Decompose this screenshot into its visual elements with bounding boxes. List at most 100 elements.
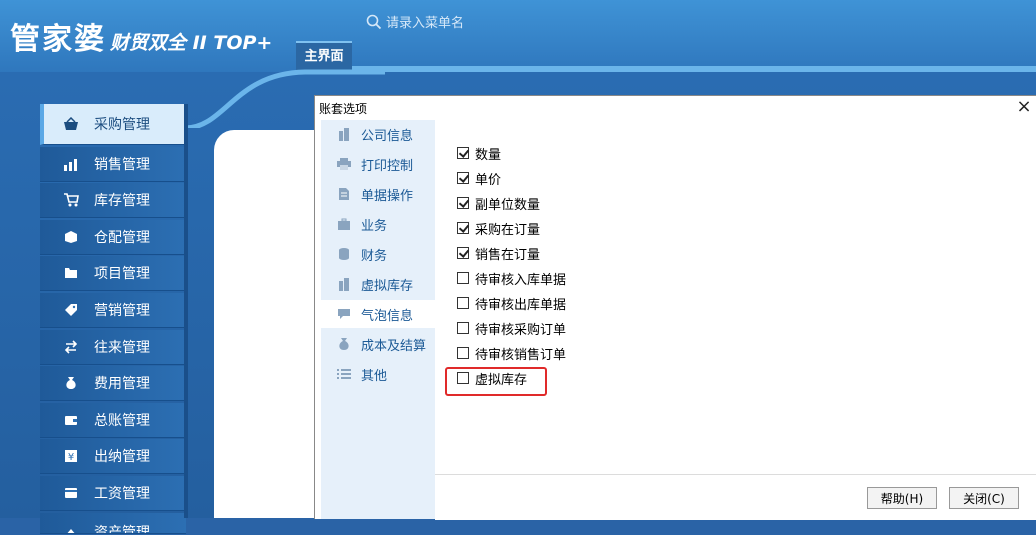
sidebar-item-label: 采购管理 — [94, 117, 150, 133]
cash-icon: ¥ — [62, 447, 80, 465]
option-cost-settlement[interactable]: 成本及结算 — [321, 330, 435, 358]
checkbox-box[interactable] — [457, 222, 469, 234]
help-button[interactable]: 帮助(H) — [867, 487, 937, 509]
red-highlight-box — [445, 367, 547, 396]
option-label: 气泡信息 — [361, 308, 414, 324]
options-content: 数量 单价 副单位数量 采购在订量 销售在订量 待审核入库单据 待审核出库单据 … — [435, 120, 1036, 470]
checkbox-sub-unit-quantity[interactable]: 副单位数量 — [457, 193, 540, 213]
checkbox-label: 销售在订量 — [475, 247, 541, 263]
search-placeholder: 请录入菜单名 — [386, 16, 465, 31]
card-icon — [62, 484, 80, 502]
option-bubble-info[interactable]: 气泡信息 — [321, 300, 435, 328]
checkbox-box[interactable] — [457, 147, 469, 159]
checkbox-pending-outbound[interactable]: 待审核出库单据 — [457, 293, 566, 313]
money-bag-icon — [337, 337, 351, 351]
box-icon — [62, 228, 80, 246]
checkbox-label: 待审核采购订单 — [475, 322, 567, 338]
menu-search[interactable]: 请录入菜单名 — [366, 12, 464, 31]
sidebar-item-label: 仓配管理 — [94, 229, 150, 246]
building-icon — [337, 277, 351, 291]
sidebar-item-inventory[interactable]: 库存管理 — [40, 183, 186, 219]
checkbox-pending-inbound[interactable]: 待审核入库单据 — [457, 268, 566, 288]
checkbox-box[interactable] — [457, 272, 469, 284]
sidebar-item-warehouse[interactable]: 仓配管理 — [40, 219, 186, 255]
logo-sub-text: 财贸双全 II TOP+ — [110, 32, 273, 54]
sidebar-item-purchase[interactable]: 采购管理 — [40, 104, 186, 145]
checkbox-box[interactable] — [457, 347, 469, 359]
sidebar-item-ledger[interactable]: 总账管理 — [40, 402, 186, 438]
sidebar-item-payroll[interactable]: 工资管理 — [40, 475, 186, 511]
dialog-close-icon[interactable]: × — [1015, 98, 1033, 116]
checkbox-box[interactable] — [457, 172, 469, 184]
checkbox-label: 单价 — [475, 172, 502, 188]
option-label: 其他 — [361, 368, 388, 384]
nav-strip — [352, 66, 1036, 72]
option-label: 单据操作 — [361, 188, 414, 204]
account-options-dialog: 账套选项 × 公司信息 打印控制 单据操作 业务 财务 虚拟库存 气泡信息 成本… — [314, 95, 1036, 520]
sidebar-item-label: 出纳管理 — [94, 449, 150, 466]
cart-icon — [62, 191, 80, 209]
checkbox-purchase-on-order[interactable]: 采购在订量 — [457, 218, 540, 238]
chart-icon — [62, 155, 80, 173]
sidebar-item-label: 总账管理 — [94, 412, 150, 429]
checkbox-pending-purchase-order[interactable]: 待审核采购订单 — [457, 318, 566, 338]
checkbox-box[interactable] — [457, 322, 469, 334]
option-company-info[interactable]: 公司信息 — [321, 120, 435, 148]
option-other[interactable]: 其他 — [321, 360, 435, 388]
option-document-operation[interactable]: 单据操作 — [321, 180, 435, 208]
building-icon — [337, 127, 351, 141]
search-icon — [366, 14, 382, 29]
options-list: 公司信息 打印控制 单据操作 业务 财务 虚拟库存 气泡信息 成本及结算 其他 — [321, 120, 435, 519]
document-icon — [337, 187, 351, 201]
folder-icon — [62, 264, 80, 282]
sidebar-item-sales[interactable]: 销售管理 — [40, 146, 186, 182]
tag-icon — [62, 301, 80, 319]
tab-main[interactable]: 主界面 — [296, 41, 352, 71]
sidebar-item-project[interactable]: 项目管理 — [40, 256, 186, 292]
checkbox-label: 数量 — [475, 147, 502, 163]
checkbox-box[interactable] — [457, 197, 469, 209]
close-button[interactable]: 关闭(C) — [949, 487, 1019, 509]
speech-bubble-icon — [337, 307, 351, 321]
sidebar-item-accounts[interactable]: 往来管理 — [40, 329, 186, 365]
money-bag-icon — [62, 374, 80, 392]
app-logo: 管家婆 财贸双全 II TOP+ — [10, 14, 272, 58]
sidebar-item-label: 费用管理 — [94, 376, 150, 393]
checkbox-sales-on-order[interactable]: 销售在订量 — [457, 243, 540, 263]
sidebar: 采购管理 销售管理 库存管理 仓配管理 项目管理 营销管理 往来管理 费用管理 … — [40, 104, 186, 535]
top-bar: 管家婆 财贸双全 II TOP+ 请录入菜单名 主界面 — [0, 0, 1036, 72]
checkbox-label: 待审核入库单据 — [475, 272, 567, 288]
sidebar-divider — [184, 104, 188, 518]
checkbox-quantity[interactable]: 数量 — [457, 143, 501, 163]
checkbox-unit-price[interactable]: 单价 — [457, 168, 501, 188]
option-virtual-inventory[interactable]: 虚拟库存 — [321, 270, 435, 298]
asset-icon — [62, 523, 80, 533]
option-label: 成本及结算 — [361, 338, 427, 354]
sidebar-item-label: 销售管理 — [94, 156, 150, 173]
checkbox-box[interactable] — [457, 247, 469, 259]
printer-icon — [337, 157, 351, 171]
checkbox-box[interactable] — [457, 297, 469, 309]
option-finance[interactable]: 财务 — [321, 240, 435, 268]
option-label: 打印控制 — [361, 158, 414, 174]
sidebar-item-marketing[interactable]: 营销管理 — [40, 292, 186, 328]
checkbox-pending-sales-order[interactable]: 待审核销售订单 — [457, 343, 566, 363]
sidebar-item-label: 工资管理 — [94, 485, 150, 502]
checkbox-label: 待审核销售订单 — [475, 347, 567, 363]
option-label: 业务 — [361, 218, 388, 234]
briefcase-icon — [337, 217, 351, 231]
sidebar-item-label: 库存管理 — [94, 193, 150, 210]
option-label: 公司信息 — [361, 128, 414, 144]
list-icon — [337, 367, 351, 381]
dialog-title: 账套选项 — [319, 102, 368, 116]
basket-icon — [62, 115, 80, 133]
work-area — [214, 130, 324, 518]
coins-icon — [337, 247, 351, 261]
option-print-control[interactable]: 打印控制 — [321, 150, 435, 178]
checkbox-label: 待审核出库单据 — [475, 297, 567, 313]
sidebar-item-expense[interactable]: 费用管理 — [40, 366, 186, 402]
sidebar-item-cashier[interactable]: ¥ 出纳管理 — [40, 439, 186, 475]
sidebar-item-label: 往来管理 — [94, 339, 150, 356]
option-business[interactable]: 业务 — [321, 210, 435, 238]
sidebar-item-assets[interactable]: 资产管理 — [40, 512, 186, 534]
